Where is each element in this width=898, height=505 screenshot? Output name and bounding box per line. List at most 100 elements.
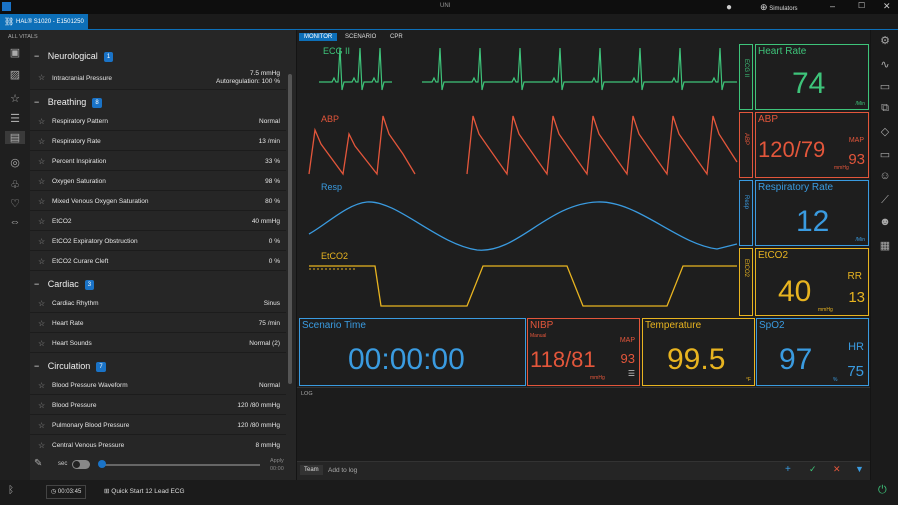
vital-row[interactable]: ☆ Percent Inspiration 33 % [30,152,286,171]
star-icon[interactable]: ☆ [5,92,25,105]
vital-value: Normal (2) [249,340,280,347]
vital-row[interactable]: ☆ Blood Pressure Waveform Normal [30,376,286,395]
nibp-panel[interactable]: NIBP Manual 118/81 MAP 93 mmHg ☰ [527,318,640,386]
close-button[interactable]: ✕ [883,1,891,12]
vital-row[interactable]: ☆ EtCO2 Curare Cleft 0 % [30,252,286,271]
add-icon[interactable]: + [785,464,791,475]
favorite-star-icon[interactable]: ☆ [38,416,45,435]
settings-icon[interactable]: ⚙ [875,34,895,47]
favorite-star-icon[interactable]: ☆ [38,294,45,313]
brain-icon[interactable]: ◎ [5,156,25,169]
vital-row[interactable]: ☆ EtCO2 40 mmHg [30,212,286,231]
apply-slider-thumb[interactable] [98,460,106,468]
tools-icon[interactable]: ✎ [34,458,42,469]
sec-toggle[interactable] [72,460,90,469]
waveform-icon[interactable]: ∿ [875,58,895,71]
vital-row[interactable]: ☆ Respiratory Pattern Normal [30,112,286,131]
monitor-icon[interactable]: ▭ [875,148,895,161]
etco2-unit: mmHg [818,307,833,313]
favorite-star-icon[interactable]: ☆ [38,172,45,191]
tab-scenario[interactable]: SCENARIO [345,34,376,40]
vital-row[interactable]: ☆ Pulmonary Blood Pressure 120 /80 mmHg [30,416,286,435]
abp-panel[interactable]: ABP 120/79 MAP 93 mmHg [755,112,869,178]
vital-row[interactable]: ☆ Cardiac Rhythm Sinus [30,294,286,313]
copy-icon[interactable]: ⧉ [875,102,895,115]
grid-icon: ⊞ [104,488,110,495]
quick-start-button[interactable]: ⊞ Quick Start 12 Lead ECG [100,485,189,499]
apply-label[interactable]: Apply [270,458,284,464]
chat-icon[interactable]: ▭ [875,80,895,93]
circulation-icon[interactable]: ⇔ [5,216,25,228]
sec-label: sec [58,461,68,467]
apply-slider-track[interactable] [100,464,260,466]
confirm-icon[interactable]: ✓ [809,464,817,475]
lungs-icon[interactable]: ♧ [5,178,25,191]
favorite-star-icon[interactable]: ☆ [38,112,45,131]
favorite-star-icon[interactable]: ☆ [38,132,45,151]
grid-icon[interactable]: ▦ [875,239,895,252]
etco2-panel[interactable]: EtCO2 40 RR 13 mmHg [755,248,869,316]
vital-name: Pulmonary Blood Pressure [52,422,130,429]
favorite-star-icon[interactable]: ☆ [38,396,45,415]
favorite-star-icon[interactable]: ☆ [38,314,45,333]
favorite-star-icon[interactable]: ☆ [38,334,45,353]
emoji-icon[interactable]: ☻ [875,216,895,228]
maximize-button[interactable]: ☐ [858,1,865,10]
save-icon[interactable]: ▣ [5,46,25,59]
vital-row[interactable]: ☆ Intracranial Pressure 7.5 mmHg Autoreg… [30,68,286,90]
etco2-waveform [309,265,737,307]
vital-value: 40 mmHg [251,218,280,225]
favorite-star-icon[interactable]: ☆ [38,192,45,211]
list-icon[interactable]: ☰ [5,112,25,125]
vital-row[interactable]: ☆ Blood Pressure 120 /80 mmHg [30,396,286,415]
temperature-panel[interactable]: Temperature 99.5 °F [642,318,755,386]
power-icon[interactable]: ⏻ [878,484,887,497]
favorite-star-icon[interactable]: ☆ [38,232,45,251]
scenario-time-panel[interactable]: Scenario Time 00:00:00 [299,318,526,386]
favorite-star-icon[interactable]: ☆ [38,152,45,171]
section-circulation[interactable]: − Circulation 7 [34,356,290,376]
cancel-icon[interactable]: ✕ [833,464,841,475]
favorite-star-icon[interactable]: ☆ [38,212,45,231]
eraser-icon[interactable]: ◇ [875,125,895,138]
vital-value: Normal [259,382,280,389]
vital-row[interactable]: ☆ EtCO2 Expiratory Obstruction 0 % [30,232,286,251]
timer-button[interactable]: ◷ 00:03:45 [46,485,87,499]
nibp-list-icon[interactable]: ☰ [628,369,635,378]
filter-icon[interactable]: ▼ [855,464,864,474]
minimize-button[interactable]: – [830,1,835,11]
heart-rate-panel[interactable]: Heart Rate 74 /Min [755,44,869,110]
bluetooth-icon[interactable]: ᛒ [8,485,14,496]
spo2-panel[interactable]: SpO2 97 % HR 75 [756,318,869,386]
user-icon[interactable]: ● [726,2,738,13]
tab-bar [0,14,898,30]
simulators-button[interactable]: ⊕ Simulators [760,2,798,13]
team-button[interactable]: Team [300,465,323,475]
vital-row[interactable]: ☆ Oxygen Saturation 98 % [30,172,286,191]
favorite-star-icon[interactable]: ☆ [38,252,45,271]
section-breathing[interactable]: − Breathing 8 [34,92,290,112]
tab-cpr[interactable]: CPR [390,34,403,40]
vitals-icon[interactable]: ▤ [5,131,25,144]
heart-icon[interactable]: ♡ [5,197,25,210]
vitals-scrollbar[interactable] [288,74,292,384]
vital-row[interactable]: ☆ Respiratory Rate 13 /min [30,132,286,151]
image-icon[interactable]: ▨ [5,68,25,81]
left-rail: ▣ ▨ ☆ ☰ ▤ ◎ ♧ ♡ ⇔ [0,30,30,480]
vital-name: EtCO2 Curare Cleft [52,258,109,265]
patient-face-icon[interactable]: ☺ [875,170,895,182]
trend-icon[interactable]: ⟋ [875,194,895,207]
vital-row[interactable]: ☆ Heart Sounds Normal (2) [30,334,286,353]
vital-name: Intracranial Pressure [52,75,112,82]
tab-monitor[interactable]: MONITOR [299,33,338,41]
simulator-tab[interactable]: ⛓ HAL® S1020 - E1501250 [0,14,88,30]
section-cardiac[interactable]: − Cardiac 3 [34,274,290,294]
add-to-log-input[interactable]: Add to log [328,467,357,474]
section-neurological[interactable]: − Neurological 1 [34,46,290,66]
resp-rate-panel[interactable]: Respiratory Rate 12 /Min [755,180,869,246]
vital-row[interactable]: ☆ Mixed Venous Oxygen Saturation 80 % [30,192,286,211]
ecg-waveform [422,47,737,91]
favorite-star-icon[interactable]: ☆ [38,376,45,395]
favorite-star-icon[interactable]: ☆ [38,68,45,87]
vital-row[interactable]: ☆ Heart Rate 75 /min [30,314,286,333]
